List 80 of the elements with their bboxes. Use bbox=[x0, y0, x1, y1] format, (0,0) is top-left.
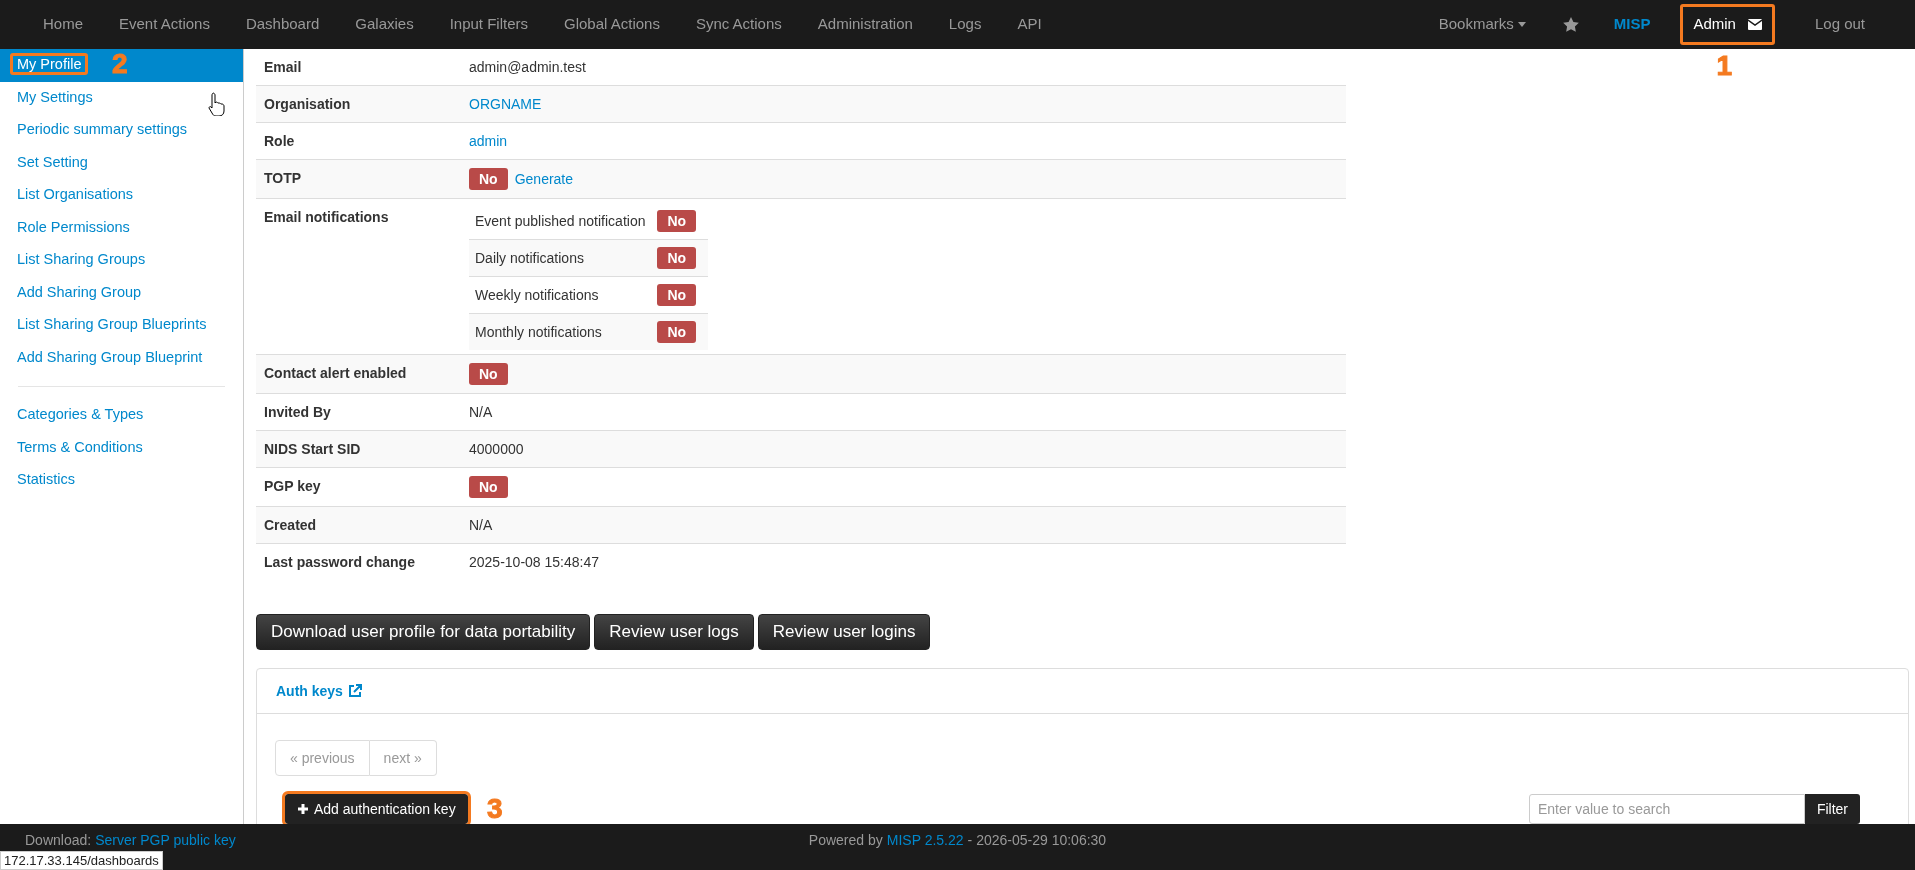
envelope-icon bbox=[1747, 19, 1762, 30]
bookmarks-menu[interactable]: Bookmarks bbox=[1421, 13, 1543, 36]
field-label: Invited By bbox=[256, 393, 461, 431]
sidebar-item[interactable]: List Organisations bbox=[0, 179, 243, 212]
nav-link[interactable]: Input Filters bbox=[431, 13, 547, 36]
pgp-key-link[interactable]: Server PGP public key bbox=[95, 830, 236, 851]
sidebar-item[interactable]: Statistics bbox=[0, 464, 243, 497]
callout-number: 3 bbox=[487, 795, 503, 823]
field-label: Last password change bbox=[256, 543, 461, 580]
pointer-cursor-icon bbox=[208, 91, 226, 116]
filter-button[interactable]: Filter bbox=[1804, 794, 1860, 824]
powered-by-text: Powered by bbox=[808, 831, 883, 850]
field-label: PGP key bbox=[256, 467, 461, 507]
field-label: TOTP bbox=[256, 159, 461, 199]
version-link[interactable]: MISP 2.5.22 bbox=[886, 830, 964, 851]
sidebar-item[interactable]: Add Sharing Group Blueprint bbox=[0, 341, 243, 374]
field-link[interactable]: admin bbox=[469, 133, 508, 149]
field-value: 2025-10-08 15:48:47 bbox=[469, 554, 599, 570]
misp-link[interactable]: MISP bbox=[1598, 13, 1666, 36]
pagination-link[interactable]: next » bbox=[369, 740, 437, 776]
generate-link[interactable]: Generate bbox=[514, 169, 574, 189]
field-label: Created bbox=[256, 506, 461, 544]
sidebar-item[interactable]: List Sharing Group Blueprints bbox=[0, 309, 243, 342]
no-badge: No bbox=[657, 284, 697, 306]
nav-link[interactable]: Logs bbox=[930, 13, 1000, 36]
external-link-icon bbox=[347, 684, 362, 698]
star-icon[interactable] bbox=[1562, 17, 1579, 32]
field-label: Email bbox=[256, 49, 461, 86]
logout-link[interactable]: Log out bbox=[1789, 13, 1890, 36]
field-label: Organisation bbox=[256, 85, 461, 123]
notification-label: Weekly notifications bbox=[469, 276, 658, 314]
field-value: N/A bbox=[469, 517, 493, 533]
nav-link[interactable]: Home bbox=[25, 13, 101, 36]
field-value: admin@admin.test bbox=[469, 59, 586, 75]
callout-number: 2 bbox=[112, 50, 128, 78]
no-badge: No bbox=[657, 247, 697, 269]
add-key-button[interactable]: Add authentication key bbox=[285, 794, 468, 824]
sidebar-item[interactable]: Periodic summary settings bbox=[0, 114, 243, 147]
sidebar-item[interactable]: Set Setting bbox=[0, 146, 243, 179]
nav-link[interactable]: Event Actions bbox=[101, 13, 228, 36]
field-label: NIDS Start SID bbox=[256, 430, 461, 468]
no-badge: No bbox=[657, 210, 697, 232]
field-label: Contact alert enabled bbox=[256, 354, 461, 394]
notification-label: Daily notifications bbox=[469, 239, 658, 277]
no-badge: No bbox=[469, 363, 508, 385]
field-link[interactable]: ORGNAME bbox=[469, 96, 542, 112]
field-label: Email notifications bbox=[256, 198, 461, 355]
nav-link[interactable]: Global Actions bbox=[546, 13, 678, 36]
nav-link[interactable]: Sync Actions bbox=[677, 13, 800, 36]
no-badge: No bbox=[469, 476, 508, 498]
field-value: 4000000 bbox=[469, 441, 524, 457]
caret-icon bbox=[1517, 22, 1526, 27]
nav-link[interactable]: API bbox=[999, 13, 1060, 36]
notification-label: Event published notification bbox=[469, 203, 658, 240]
pagination-link[interactable]: « previous bbox=[275, 740, 370, 776]
action-button[interactable]: Review user logs bbox=[594, 614, 754, 650]
sidebar-item[interactable]: Categories & Types bbox=[0, 399, 243, 432]
sidebar-item[interactable]: Role Permissions bbox=[0, 211, 243, 244]
search-field[interactable]: Enter value to search bbox=[1528, 794, 1805, 824]
sidebar-item[interactable]: Add Sharing Group bbox=[0, 276, 243, 309]
action-button[interactable]: Download user profile for data portability bbox=[256, 614, 591, 650]
no-badge: No bbox=[469, 168, 508, 190]
footer-timestamp: - 2026-05-29 10:06:30 bbox=[967, 831, 1107, 850]
field-label: Role bbox=[256, 122, 461, 160]
status-url-tooltip: 172.17.33.145/dashboards bbox=[0, 851, 163, 870]
sidebar-item[interactable]: My Settings bbox=[0, 81, 243, 114]
sidebar-item[interactable]: List Sharing Groups bbox=[0, 244, 243, 277]
field-value: N/A bbox=[469, 404, 493, 420]
no-badge: No bbox=[657, 321, 697, 343]
nav-link[interactable]: Dashboard bbox=[227, 13, 338, 36]
download-label: Download: bbox=[25, 831, 92, 850]
nav-link[interactable]: Galaxies bbox=[337, 13, 432, 36]
plus-icon bbox=[297, 803, 309, 815]
notification-label: Monthly notifications bbox=[469, 313, 658, 350]
action-button[interactable]: Review user logins bbox=[757, 614, 931, 650]
nav-link[interactable]: Administration bbox=[799, 13, 931, 36]
user-menu[interactable]: Admin bbox=[1680, 4, 1775, 45]
callout-number: 1 bbox=[1716, 52, 1732, 81]
sidebar-item[interactable]: Terms & Conditions bbox=[0, 431, 243, 464]
auth-keys-link[interactable]: Auth keys bbox=[276, 680, 362, 702]
